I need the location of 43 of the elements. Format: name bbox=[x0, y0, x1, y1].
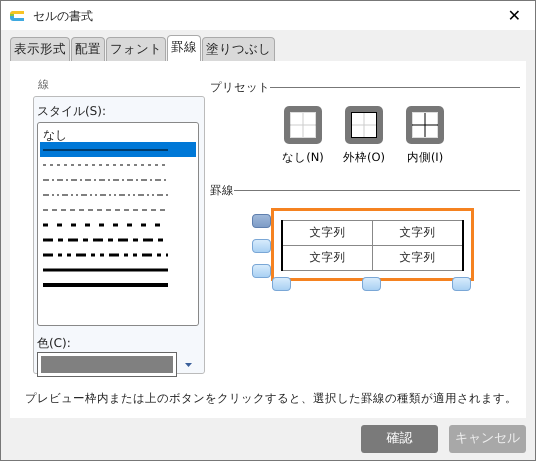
window-title: セルの書式 bbox=[33, 8, 93, 24]
preset-button[interactable]: 外枠(O) bbox=[341, 104, 387, 166]
confirm-button[interactable]: 確認 bbox=[361, 424, 438, 453]
tab[interactable]: 塗りつぶし bbox=[202, 37, 275, 61]
line-sample-icon bbox=[43, 176, 168, 183]
preset-button[interactable]: なし(N) bbox=[280, 104, 326, 166]
tab[interactable]: 罫線 bbox=[167, 35, 201, 61]
border-preset-icon bbox=[404, 104, 446, 146]
section-title: 罫線 bbox=[210, 182, 234, 200]
list-item[interactable]: なし bbox=[40, 127, 196, 142]
preview-cell: 文字列 bbox=[282, 245, 372, 270]
line-sample-icon bbox=[43, 206, 168, 213]
border-toggle-button[interactable] bbox=[272, 276, 291, 290]
line-style-list[interactable]: なし bbox=[37, 122, 199, 326]
preview-cell: 文字列 bbox=[372, 245, 463, 270]
field-label: 色(C): bbox=[37, 335, 72, 352]
preset-button[interactable]: 内側(I) bbox=[402, 104, 448, 166]
preview-cell: 文字列 bbox=[372, 220, 463, 245]
border-toggle-button[interactable] bbox=[252, 214, 271, 228]
field-label: スタイル(S): bbox=[37, 103, 108, 120]
line-sample-icon bbox=[43, 266, 168, 273]
border-toggle-button[interactable] bbox=[252, 264, 271, 278]
preview-cell: 文字列 bbox=[282, 220, 372, 245]
line-sample-icon bbox=[43, 252, 168, 258]
caret-icon[interactable] bbox=[185, 362, 192, 367]
tab[interactable]: 表示形式 bbox=[10, 37, 70, 61]
tab[interactable]: フォント bbox=[106, 37, 166, 61]
border-preset-icon bbox=[282, 104, 324, 146]
line-sample-icon bbox=[43, 146, 168, 153]
tab[interactable]: 配置 bbox=[71, 37, 105, 61]
close-button[interactable]: ✕ bbox=[502, 4, 527, 28]
hint-text: プレビュー枠内または上のボタンをクリックすると、選択した罫線の種類が適用されます。 bbox=[25, 390, 517, 407]
section-title: プリセット bbox=[210, 78, 270, 96]
line-sample-icon bbox=[43, 162, 168, 168]
list-item[interactable] bbox=[40, 142, 196, 158]
border-toggle-button[interactable] bbox=[452, 276, 471, 290]
border-preset-icon bbox=[343, 104, 385, 146]
border-toggle-button[interactable] bbox=[362, 276, 381, 290]
line-sample-icon bbox=[43, 192, 168, 198]
line-sample-icon bbox=[43, 282, 168, 288]
color-dropdown[interactable] bbox=[37, 352, 177, 378]
border-toggle-button[interactable] bbox=[252, 238, 271, 252]
group-title: 線 bbox=[37, 76, 50, 93]
